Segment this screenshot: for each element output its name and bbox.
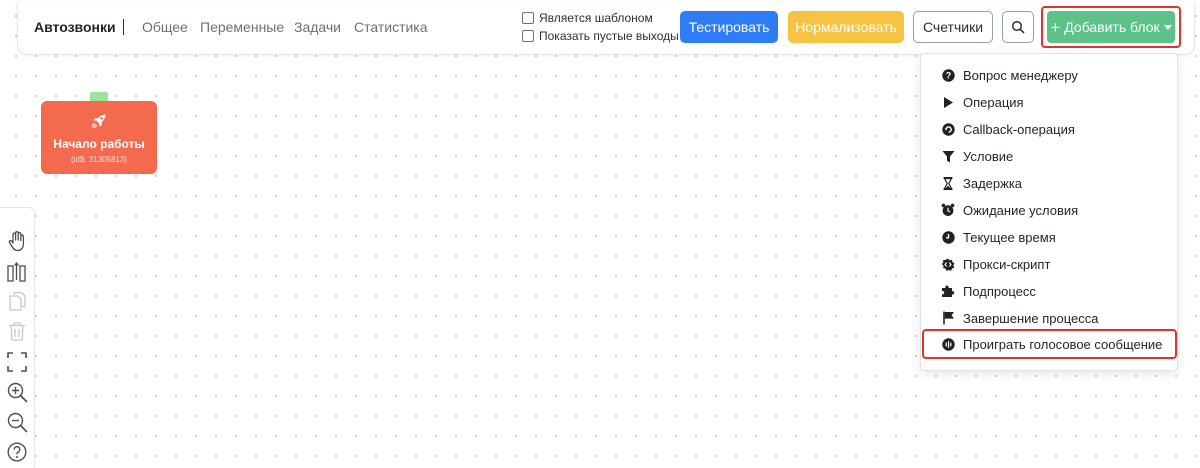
- start-node[interactable]: Начало работы (id$: 31305813): [41, 101, 157, 174]
- menu-item-manager-question[interactable]: ? Вопрос менеджеру: [921, 62, 1177, 88]
- menu-item-delay[interactable]: Задержка: [921, 170, 1177, 196]
- menu-item-condition[interactable]: Условие: [921, 143, 1177, 169]
- template-checkbox-label: Является шаблоном: [539, 11, 653, 25]
- menu-item-proxy-script[interactable]: Прокси-скрипт: [921, 251, 1177, 277]
- menu-item-play-voice-message[interactable]: Проиграть голосовое сообщение: [921, 331, 1177, 357]
- template-checkbox[interactable]: Является шаблоном: [522, 11, 653, 25]
- add-block-label: Добавить блок: [1064, 19, 1160, 35]
- callback-icon: [941, 122, 955, 136]
- nav-general[interactable]: Общее: [142, 19, 188, 35]
- nav-tasks[interactable]: Задачи: [294, 19, 341, 35]
- menu-item-current-time[interactable]: Текущее время: [921, 224, 1177, 250]
- node-id: (id$: 31305813): [70, 155, 128, 164]
- fit-screen-icon[interactable]: [6, 351, 28, 373]
- counters-button[interactable]: Счетчики: [913, 11, 993, 43]
- caret-down-icon: [1163, 24, 1172, 30]
- menu-item-callback-operation[interactable]: Callback-операция: [921, 116, 1177, 142]
- empty-outputs-checkbox[interactable]: Показать пустые выходы: [522, 29, 679, 43]
- hand-icon[interactable]: [6, 230, 28, 252]
- clock-icon: [941, 230, 955, 244]
- menu-item-subprocess[interactable]: Подпроцесс: [921, 278, 1177, 304]
- alarm-clock-icon: [941, 203, 955, 217]
- top-bar: Автозвонки Общее Переменные Задачи Стати…: [17, 2, 1195, 55]
- node-title: Начало работы: [53, 137, 145, 151]
- menu-item-label: Текущее время: [963, 229, 1056, 245]
- zoom-in-icon[interactable]: [6, 381, 28, 403]
- add-block-button[interactable]: + Добавить блок: [1047, 11, 1175, 43]
- normalize-button[interactable]: Нормализовать: [788, 11, 904, 43]
- copy-icon[interactable]: [6, 290, 28, 312]
- rocket-icon: [91, 114, 106, 129]
- menu-item-label: Завершение процесса: [963, 310, 1099, 326]
- play-icon: [941, 95, 955, 109]
- search-button[interactable]: [1002, 11, 1034, 43]
- nav-statistics[interactable]: Статистика: [354, 19, 428, 35]
- help-icon[interactable]: [6, 441, 28, 463]
- proxy-script-icon: [941, 257, 955, 271]
- vertical-arrange-icon[interactable]: [6, 261, 28, 283]
- menu-item-label: Подпроцесс: [963, 283, 1036, 299]
- template-checkbox-box[interactable]: [522, 12, 534, 24]
- menu-item-process-end[interactable]: Завершение процесса: [921, 305, 1177, 331]
- question-circle-icon: ?: [941, 68, 955, 82]
- hourglass-icon: [941, 176, 955, 190]
- voice-message-icon: [941, 337, 955, 351]
- test-button[interactable]: Тестировать: [680, 11, 778, 43]
- title-divider: [123, 19, 124, 35]
- menu-item-label: Условие: [963, 148, 1014, 164]
- plus-icon: +: [1050, 17, 1061, 37]
- menu-item-label: Операция: [963, 94, 1024, 110]
- zoom-out-icon[interactable]: [6, 411, 28, 433]
- menu-item-label: Прокси-скрипт: [963, 256, 1051, 272]
- left-toolbar: [0, 207, 35, 468]
- node-input-port[interactable]: [90, 92, 108, 101]
- filter-icon: [941, 149, 955, 163]
- empty-outputs-checkbox-box[interactable]: [522, 30, 534, 42]
- add-block-menu: ? Вопрос менеджеру Операция Callback-опе…: [920, 53, 1178, 371]
- add-block-highlight: + Добавить блок: [1041, 6, 1181, 48]
- search-icon: [1011, 20, 1025, 34]
- page-title: Автозвонки: [34, 19, 116, 35]
- empty-outputs-checkbox-label: Показать пустые выходы: [539, 29, 679, 43]
- menu-item-label: Ожидание условия: [963, 202, 1079, 218]
- svg-text:?: ?: [945, 70, 951, 80]
- flag-icon: [941, 311, 955, 325]
- trash-icon[interactable]: [6, 320, 28, 342]
- nav-variables[interactable]: Переменные: [200, 19, 284, 35]
- menu-item-label: Проиграть голосовое сообщение: [963, 336, 1163, 352]
- menu-item-operation[interactable]: Операция: [921, 89, 1177, 115]
- menu-item-wait-condition[interactable]: Ожидание условия: [921, 197, 1177, 223]
- puzzle-icon: [941, 284, 955, 298]
- menu-item-label: Вопрос менеджеру: [963, 67, 1078, 83]
- menu-item-label: Задержка: [963, 175, 1023, 191]
- menu-item-label: Callback-операция: [963, 121, 1075, 137]
